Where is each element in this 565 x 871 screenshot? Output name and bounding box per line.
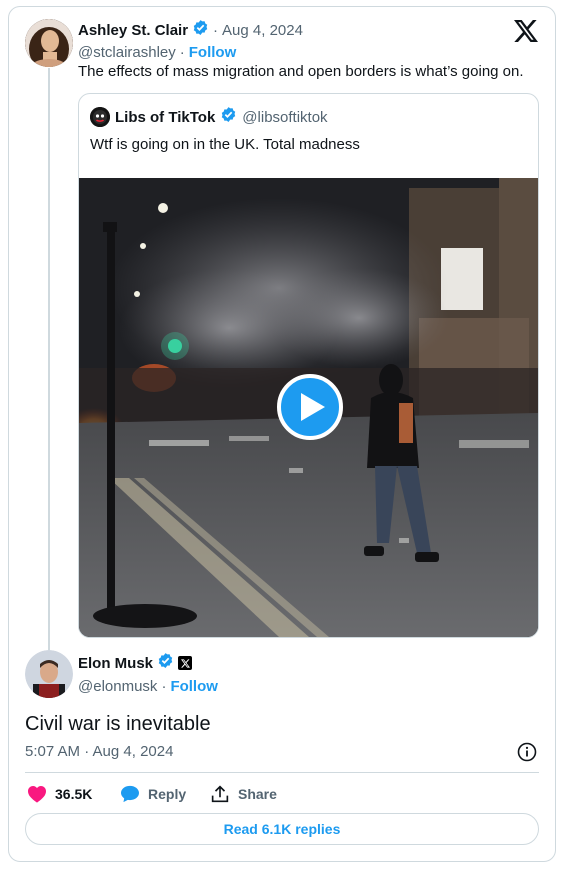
reply-post-text: Civil war is inevitable	[25, 713, 211, 735]
like-count: 36.5K	[55, 786, 93, 802]
read-replies-button[interactable]: Read 6.1K replies	[25, 813, 539, 845]
verified-badge-icon	[192, 19, 209, 41]
x-logo-icon[interactable]	[514, 20, 538, 42]
reply-post-header: Elon Musk	[78, 652, 193, 674]
ashley-avatar[interactable]	[25, 19, 73, 67]
like-button[interactable]: 36.5K	[27, 784, 92, 804]
heart-icon	[28, 785, 46, 803]
video-player[interactable]	[79, 178, 538, 637]
ashley-avatar-image	[25, 19, 73, 67]
header-separator: ·	[213, 21, 219, 39]
share-button[interactable]: Share	[210, 784, 277, 804]
x-affiliate-badge-icon	[178, 656, 193, 670]
play-button[interactable]	[277, 374, 343, 440]
info-icon[interactable]	[517, 742, 537, 762]
share-upload-icon	[211, 785, 229, 803]
quoted-post-text: Wtf is going on in the UK. Total madness	[90, 136, 360, 153]
original-handle-row: @stclairashley · Follow	[78, 42, 236, 62]
libs-of-tiktok-avatar[interactable]	[90, 107, 110, 127]
reply-author-handle[interactable]: @elonmusk	[78, 678, 157, 695]
reply-timestamp[interactable]: 5:07 AM · Aug 4, 2024	[25, 743, 173, 760]
handle-separator: ·	[179, 43, 185, 61]
follow-ashley-button[interactable]: Follow	[189, 44, 237, 61]
play-icon	[300, 393, 325, 421]
handle-separator: ·	[161, 677, 167, 695]
reply-handle-row: @elonmusk · Follow	[78, 676, 218, 696]
elon-avatar-image	[25, 650, 73, 698]
original-post-header: Ashley St. Clair · Aug 4, 2024	[78, 20, 303, 40]
thread-connector-line	[48, 68, 50, 650]
original-author-name[interactable]: Ashley St. Clair	[78, 22, 188, 39]
actions-separator	[25, 772, 539, 773]
original-post-text: The effects of mass migration and open b…	[78, 63, 524, 80]
follow-elon-button[interactable]: Follow	[170, 678, 218, 695]
reply-bubble-icon	[121, 785, 139, 803]
quoted-post[interactable]: Libs of TikTok @libsoftiktok Wtf is goin…	[78, 93, 539, 638]
elon-avatar[interactable]	[25, 650, 73, 698]
quoted-post-header: Libs of TikTok @libsoftiktok	[90, 107, 328, 127]
reply-author-name[interactable]: Elon Musk	[78, 655, 153, 672]
quoted-author-name[interactable]: Libs of TikTok	[115, 109, 215, 126]
reply-label: Reply	[148, 786, 187, 802]
quoted-author-handle[interactable]: @libsoftiktok	[242, 109, 327, 126]
verified-badge-icon	[157, 652, 174, 674]
original-author-handle[interactable]: @stclairashley	[78, 44, 176, 61]
share-label: Share	[238, 786, 277, 802]
verified-badge-icon	[220, 106, 237, 128]
reply-button[interactable]: Reply	[120, 784, 186, 804]
original-post-date[interactable]: Aug 4, 2024	[222, 22, 303, 39]
